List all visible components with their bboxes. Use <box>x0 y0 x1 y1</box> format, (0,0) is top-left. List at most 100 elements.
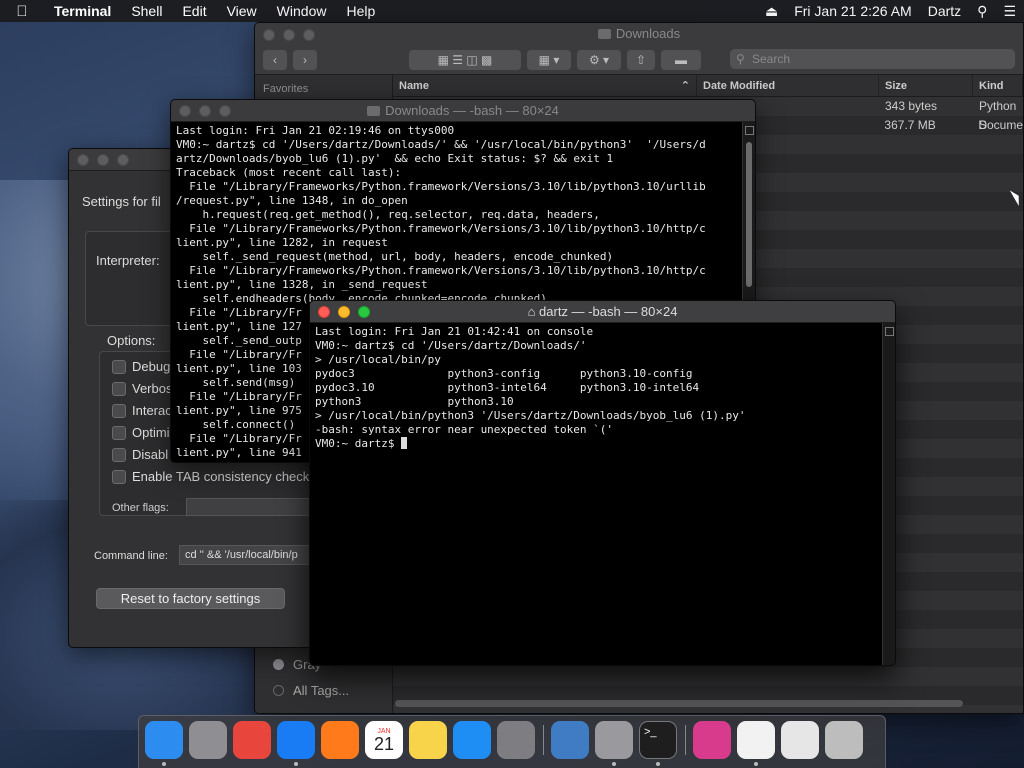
action-gear-button[interactable]: ⚙ ▾ <box>577 50 621 70</box>
finder-icon[interactable] <box>145 721 183 759</box>
terminal-line: File "/Library/Frameworks/Python.framewo… <box>176 264 706 277</box>
terminal-line: lient.py", line 1328, in _send_request <box>176 278 428 291</box>
zoom-button[interactable] <box>303 29 315 41</box>
safari-icon[interactable] <box>277 721 315 759</box>
firefox-icon[interactable] <box>321 721 359 759</box>
terminal-line: pydoc3.10 python3-intel64 python3.10-int… <box>315 381 700 394</box>
checkbox[interactable] <box>112 381 126 396</box>
menu-shell[interactable]: Shell <box>121 3 172 19</box>
checkbox[interactable] <box>112 359 126 374</box>
trash-icon[interactable] <box>825 721 863 759</box>
column-header-kind[interactable]: Kind <box>973 75 1023 96</box>
sidebar-all-tags[interactable]: All Tags... <box>273 683 349 698</box>
column-header-size[interactable]: Size <box>879 75 973 96</box>
preview-icon[interactable] <box>781 721 819 759</box>
empty-row <box>393 667 1023 686</box>
column-header-name[interactable]: Name ⌃ <box>393 75 697 96</box>
close-button[interactable] <box>77 153 89 166</box>
menu-edit[interactable]: Edit <box>172 3 216 19</box>
scroll-button[interactable] <box>745 126 754 135</box>
python-launcher-icon[interactable] <box>551 721 589 759</box>
terminal-line: artz/Downloads/byob_lu6 (1).py' && echo … <box>176 152 614 165</box>
spotlight-search-icon[interactable]: ⚲ <box>969 3 995 20</box>
terminal-titlebar[interactable]: Downloads — -bash — 80×24 <box>171 100 755 122</box>
menubar-clock[interactable]: Fri Jan 21 2:26 AM <box>786 3 920 19</box>
checkbox[interactable] <box>112 447 126 462</box>
terminal-titlebar[interactable]: ⌂ dartz — -bash — 80×24 <box>310 301 895 323</box>
checkbox[interactable] <box>112 403 126 418</box>
launchpad-icon[interactable] <box>189 721 227 759</box>
checkbox[interactable] <box>112 425 126 440</box>
close-button[interactable] <box>263 29 275 41</box>
group-button[interactable]: ▦ ▾ <box>527 50 571 70</box>
terminal-output[interactable]: Last login: Fri Jan 21 01:42:41 on conso… <box>310 323 882 665</box>
horizontal-scrollbar[interactable] <box>395 700 963 707</box>
terminal-window-home: ⌂ dartz — -bash — 80×24 Last login: Fri … <box>309 300 896 666</box>
minimize-button[interactable] <box>97 153 109 166</box>
menu-app-name[interactable]: Terminal <box>44 3 121 19</box>
option-tab-consistency[interactable]: Enable TAB consistency check <box>112 469 309 484</box>
python-file-icon[interactable] <box>737 721 775 759</box>
dock-separator <box>543 725 544 755</box>
terminal-title: Downloads — -bash — 80×24 <box>171 100 755 122</box>
command-line-field[interactable]: cd '' && '/usr/local/bin/p <box>179 545 313 565</box>
zoom-button[interactable] <box>219 104 231 117</box>
scroll-thumb[interactable] <box>746 142 752 287</box>
zoom-button[interactable] <box>117 153 129 166</box>
finder-title: Downloads <box>255 23 1023 45</box>
other-flags-label: Other flags: <box>112 502 169 514</box>
terminal-line: -bash: syntax error near unexpected toke… <box>315 423 614 436</box>
share-button[interactable]: ⇧ <box>627 50 655 70</box>
rocket-icon[interactable] <box>595 721 633 759</box>
search-icon: ⚲ <box>736 52 745 66</box>
eject-icon[interactable]: ⏏ <box>757 3 786 20</box>
search-input[interactable]: ⚲ Search <box>730 49 1015 69</box>
system-preferences-icon[interactable] <box>497 721 535 759</box>
running-indicator <box>162 762 166 766</box>
text-cursor <box>401 437 408 449</box>
terminal-icon[interactable]: >_ <box>639 721 677 759</box>
notification-center-icon[interactable]: ☰ <box>995 3 1024 20</box>
option-verbose[interactable]: Verbos <box>112 381 172 396</box>
terminal-line: /request.py", line 1348, in do_open <box>176 194 408 207</box>
pinwheel-icon[interactable] <box>693 721 731 759</box>
tags-button[interactable]: ▬ <box>661 50 701 70</box>
reset-factory-settings-button[interactable]: Reset to factory settings <box>96 588 285 609</box>
menu-view[interactable]: View <box>217 3 267 19</box>
checkbox[interactable] <box>112 469 126 484</box>
forward-button[interactable]: › <box>293 50 317 70</box>
close-button[interactable] <box>318 305 330 318</box>
terminal-line: pydoc3 python3-config python3.10-config <box>315 367 693 380</box>
all-tags-icon <box>273 685 284 696</box>
gray-tag-dot-icon <box>273 659 284 670</box>
option-interactive[interactable]: Interac <box>112 403 172 418</box>
finder-titlebar[interactable]: Downloads ‹ › ▦ ☰ ◫ ▩ ▦ ▾ ⚙ ▾ ⇧ ▬ ⚲ Searc… <box>255 23 1023 75</box>
option-debug[interactable]: Debug <box>112 359 170 374</box>
minimize-button[interactable] <box>283 29 295 41</box>
terminal-line: self._send_request(method, url, body, he… <box>176 250 614 263</box>
other-flags-field[interactable] <box>186 498 313 516</box>
menu-help[interactable]: Help <box>336 3 385 19</box>
option-disable[interactable]: Disabl <box>112 447 168 462</box>
back-button[interactable]: ‹ <box>263 50 287 70</box>
calendar-icon[interactable]: JAN 21 <box>365 721 403 759</box>
apple-icon[interactable]:  <box>0 3 44 20</box>
column-header-date[interactable]: Date Modified <box>697 75 879 96</box>
sidebar-section-favorites: Favorites <box>263 83 309 95</box>
app-store-icon[interactable] <box>453 721 491 759</box>
option-optimize[interactable]: Optimi <box>112 425 170 440</box>
view-switcher[interactable]: ▦ ☰ ◫ ▩ <box>409 50 521 70</box>
scroll-button[interactable] <box>885 327 894 336</box>
notes-icon[interactable] <box>409 721 447 759</box>
menu-window[interactable]: Window <box>267 3 337 19</box>
terminal-scrollbar[interactable] <box>882 323 895 665</box>
dock: JAN 21 >_ <box>138 715 886 768</box>
menubar-user[interactable]: Dartz <box>920 3 969 19</box>
settings-heading: Settings for fil <box>82 194 161 209</box>
minimize-button[interactable] <box>199 104 211 117</box>
minimize-button[interactable] <box>338 305 350 318</box>
chrome-icon[interactable] <box>233 721 271 759</box>
close-button[interactable] <box>179 104 191 117</box>
zoom-button[interactable] <box>358 305 370 318</box>
terminal-line: Last login: Fri Jan 21 01:42:41 on conso… <box>315 325 594 338</box>
